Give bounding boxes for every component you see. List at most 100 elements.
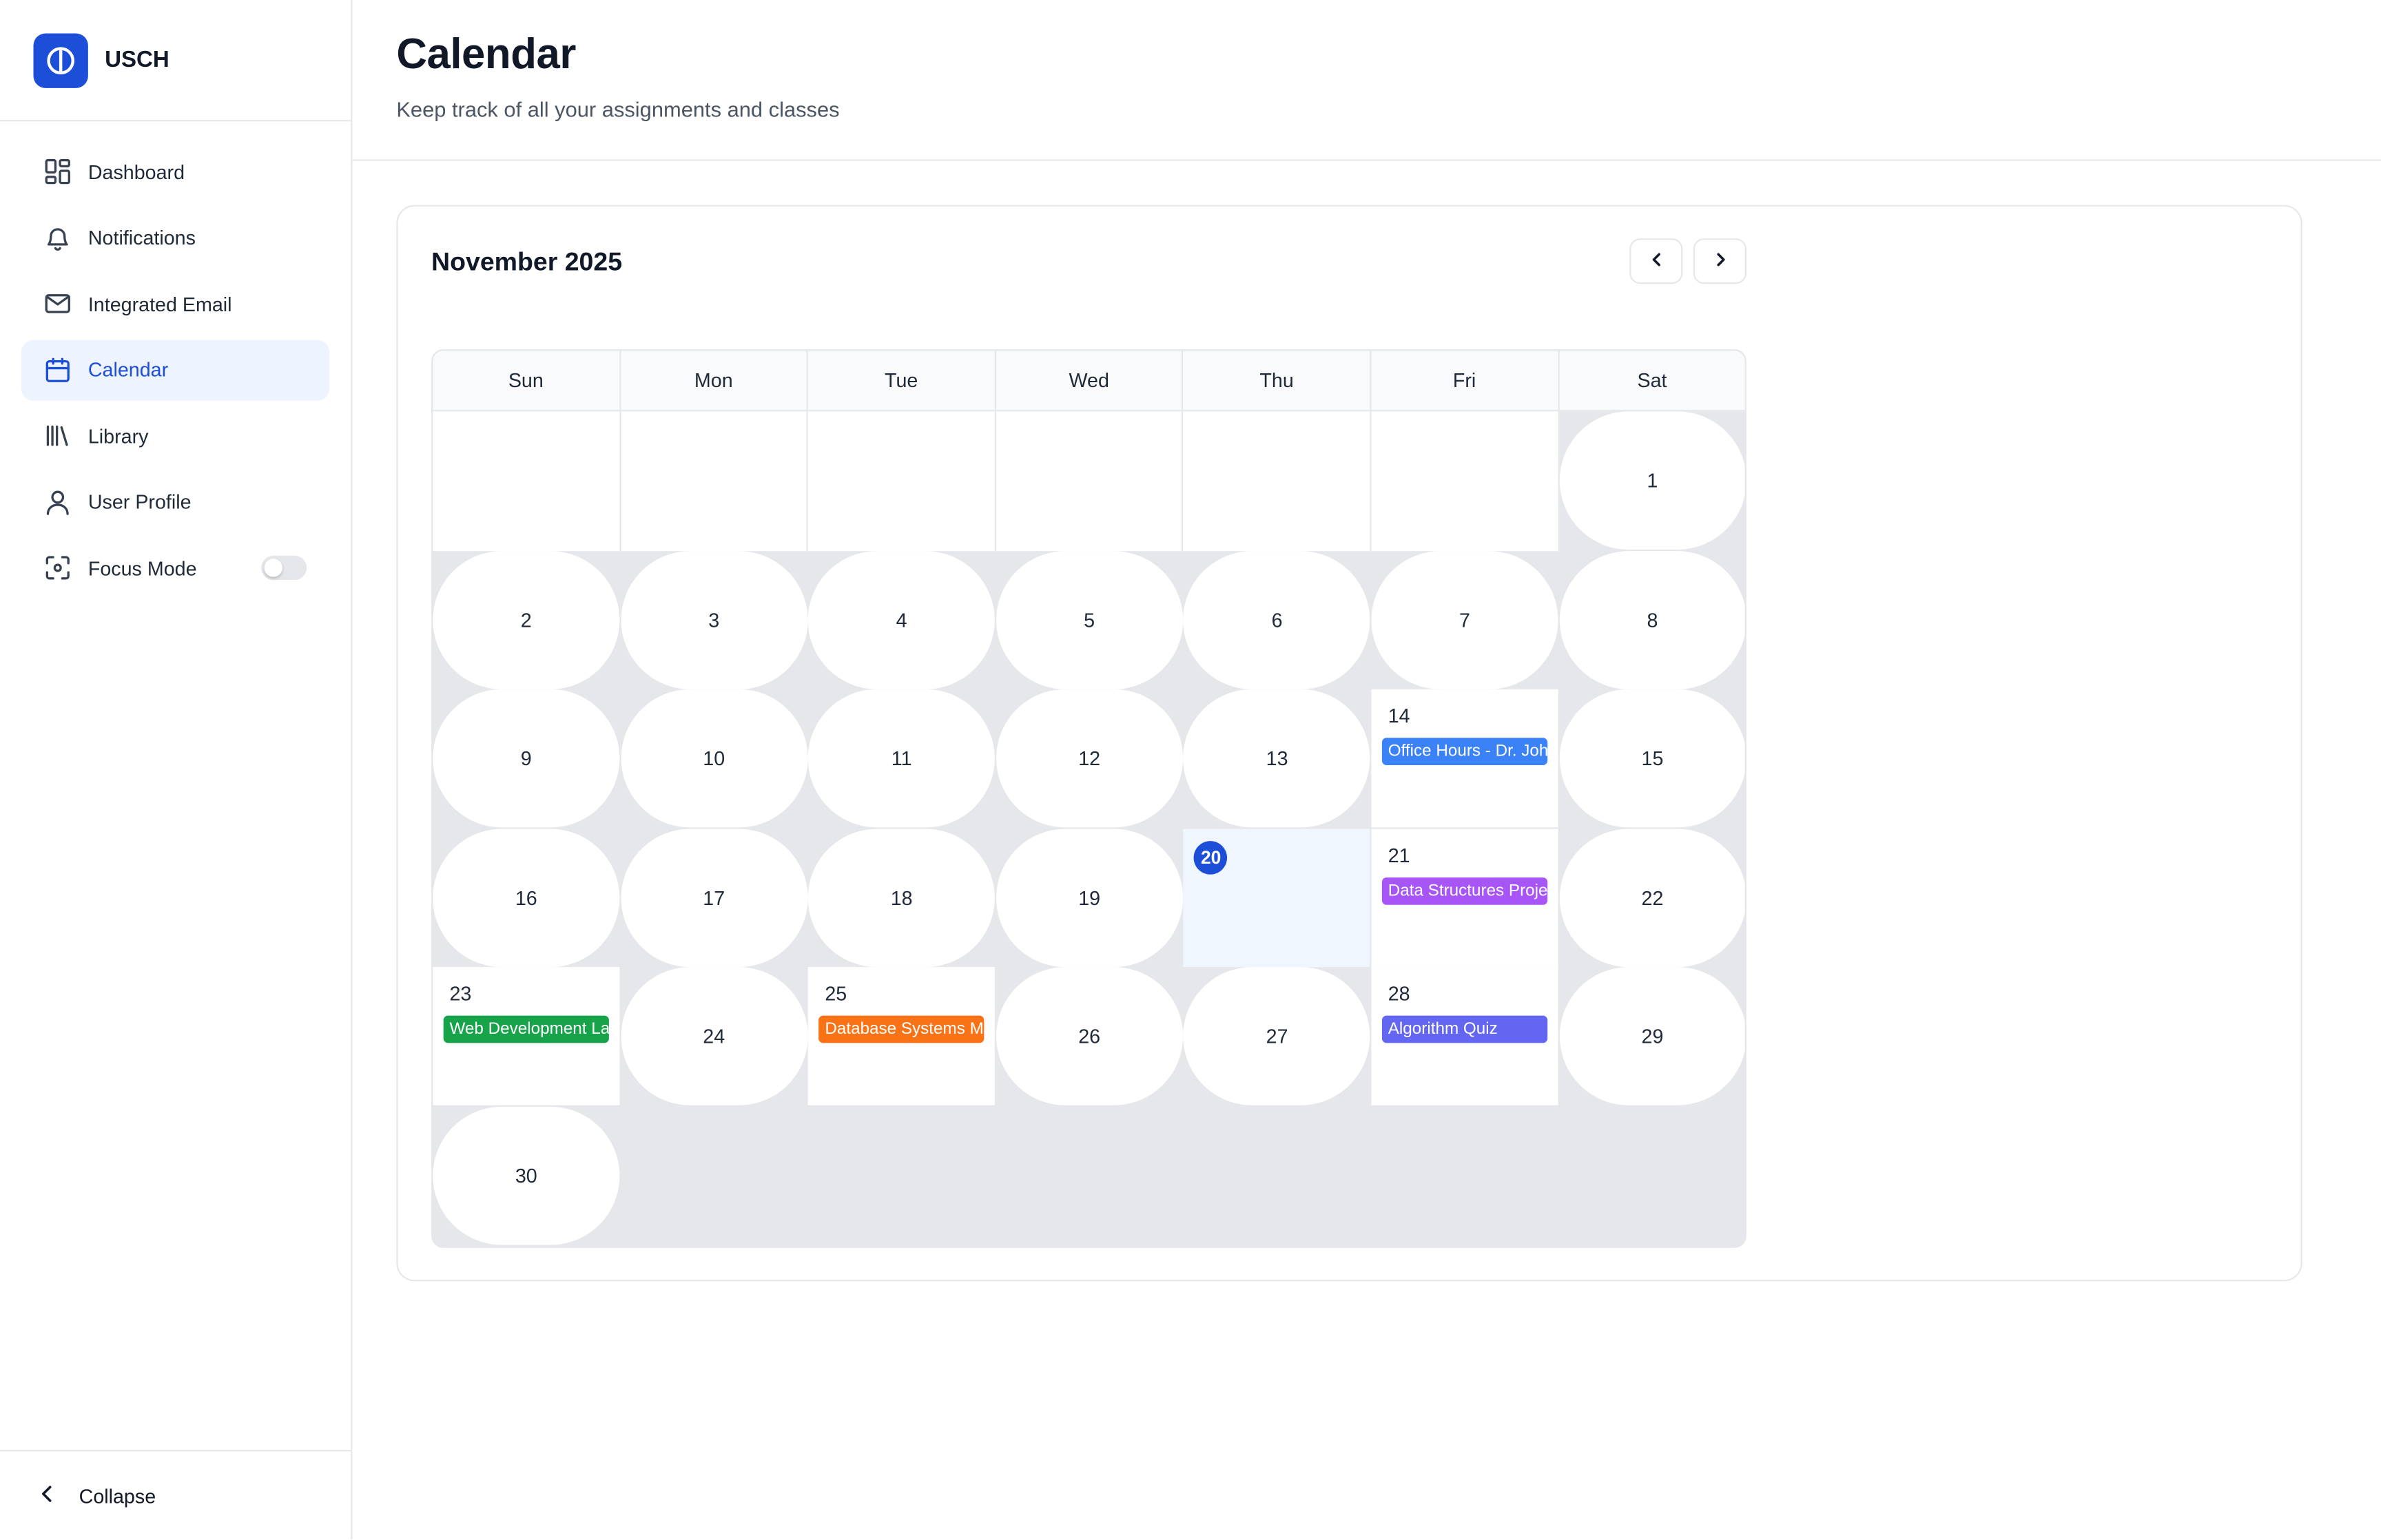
prev-month-button[interactable] xyxy=(1629,238,1683,284)
calendar-day[interactable]: 15 xyxy=(1558,689,1745,828)
calendar-day[interactable]: 28 Algorithm Quiz xyxy=(1371,968,1558,1106)
calendar-empty-cell xyxy=(433,411,621,551)
calendar-day[interactable]: 25 Database Systems Midterm xyxy=(808,968,996,1106)
calendar-day[interactable]: 8 xyxy=(1558,550,1745,689)
day-number: 11 xyxy=(891,747,912,770)
calendar-day[interactable]: 5 xyxy=(996,550,1183,689)
day-number: 12 xyxy=(1078,747,1101,770)
calendar-day[interactable]: 9 xyxy=(433,689,620,828)
calendar-day[interactable]: 22 xyxy=(1558,829,1745,967)
calendar-day[interactable]: 2 xyxy=(433,550,620,689)
sidebar-item-notifications[interactable]: Notifications xyxy=(21,207,329,268)
calendar-day[interactable]: 17 xyxy=(620,829,807,967)
day-number: 23 xyxy=(449,983,472,1006)
sidebar-item-label: Notifications xyxy=(87,226,196,249)
calendar-day[interactable]: 21 Data Structures Project xyxy=(1371,829,1558,967)
sidebar-item-email[interactable]: Integrated Email xyxy=(21,273,329,334)
day-number: 29 xyxy=(1641,1025,1664,1048)
calendar-day[interactable]: 7 xyxy=(1371,550,1558,689)
sidebar-item-calendar[interactable]: Calendar xyxy=(21,339,330,400)
calendar-day[interactable]: 23 Web Development Lab xyxy=(433,968,620,1106)
bell-icon xyxy=(43,222,73,253)
page-header: Calendar Keep track of all your assignme… xyxy=(352,0,2381,161)
calendar-day[interactable]: 12 xyxy=(996,689,1183,828)
today-badge: 20 xyxy=(1194,840,1228,875)
brand-name: USCH xyxy=(105,47,169,73)
sidebar-item-label: Focus Mode xyxy=(87,556,197,579)
day-number: 18 xyxy=(890,886,913,909)
day-number: 6 xyxy=(1271,608,1283,632)
calendar-day[interactable]: 16 xyxy=(433,829,620,967)
sidebar-item-label: User Profile xyxy=(87,490,192,514)
calendar-card: November 2025 Sun Mon Tue Wed Thu Fri Sat 1 2 3 4 5… xyxy=(396,205,2302,1282)
event-chip[interactable]: Algorithm Quiz xyxy=(1381,1016,1548,1044)
calendar-day[interactable]: 4 xyxy=(808,550,996,689)
weekday-header-fri: Fri xyxy=(1371,351,1559,412)
calendar-day[interactable]: 18 xyxy=(808,829,996,967)
brand[interactable]: USCH xyxy=(0,0,351,122)
calendar-day[interactable]: 14 Office Hours - Dr. Johnson xyxy=(1371,689,1558,828)
library-icon xyxy=(43,421,73,451)
event-chip[interactable]: Database Systems Midterm xyxy=(818,1016,985,1044)
day-number: 25 xyxy=(825,983,847,1006)
sidebar-nav: Dashboard Notifications Integrated Email… xyxy=(0,121,351,598)
page-title: Calendar xyxy=(396,30,576,78)
calendar-day[interactable]: 19 xyxy=(996,829,1183,967)
day-number: 17 xyxy=(703,886,725,909)
collapse-button[interactable]: Collapse xyxy=(0,1450,351,1539)
calendar-day[interactable]: 10 xyxy=(620,689,807,828)
weekday-header-thu: Thu xyxy=(1184,351,1372,412)
calendar-day[interactable]: 6 xyxy=(1184,550,1371,689)
focus-icon xyxy=(43,552,73,583)
toggle-knob xyxy=(264,559,282,577)
calendar-empty-cell xyxy=(996,411,1184,551)
chevron-left-icon xyxy=(37,1482,58,1508)
sidebar-item-library[interactable]: Library xyxy=(21,406,329,466)
calendar-empty-cell xyxy=(808,411,996,551)
calendar-day[interactable]: 27 xyxy=(1184,968,1371,1106)
sidebar-item-dashboard[interactable]: Dashboard xyxy=(21,141,329,202)
day-number: 1 xyxy=(1647,469,1658,492)
day-number: 8 xyxy=(1647,608,1658,632)
calendar-grid: Sun Mon Tue Wed Thu Fri Sat 1 2 3 4 5 6 7 8 9 10 11 12 13 14… xyxy=(431,348,1746,1248)
weekday-header-sat: Sat xyxy=(1558,351,1745,412)
sidebar-item-profile[interactable]: User Profile xyxy=(21,471,329,532)
user-icon xyxy=(43,486,73,517)
day-number: 27 xyxy=(1266,1025,1288,1048)
calendar-day[interactable]: 24 xyxy=(620,968,807,1106)
event-chip[interactable]: Web Development Lab xyxy=(443,1016,609,1044)
day-number: 28 xyxy=(1388,983,1410,1006)
event-chip[interactable]: Data Structures Project xyxy=(1381,877,1548,905)
day-number: 7 xyxy=(1459,608,1471,632)
calendar-day[interactable]: 11 xyxy=(808,689,996,828)
calendar-day[interactable]: 1 xyxy=(1558,411,1745,550)
day-number: 9 xyxy=(520,747,532,770)
day-number: 15 xyxy=(1641,747,1664,770)
sidebar: USCH Dashboard Notifications Integrated … xyxy=(0,0,353,1540)
app-root: USCH Dashboard Notifications Integrated … xyxy=(0,0,2381,1540)
calendar-day[interactable]: 29 xyxy=(1558,968,1745,1106)
day-number: 14 xyxy=(1388,705,1410,728)
calendar-day[interactable]: 26 xyxy=(996,968,1183,1106)
weekday-header-wed: Wed xyxy=(996,351,1184,412)
focus-mode-toggle[interactable] xyxy=(261,555,307,581)
day-number: 5 xyxy=(1084,608,1095,632)
calendar-day[interactable]: 13 xyxy=(1184,689,1371,828)
calendar-empty-cell xyxy=(620,411,809,551)
weekday-header-tue: Tue xyxy=(808,351,996,412)
event-chip[interactable]: Office Hours - Dr. Johnson xyxy=(1381,738,1548,766)
day-number: 24 xyxy=(703,1025,725,1048)
next-month-button[interactable] xyxy=(1693,238,1746,284)
calendar-day-today[interactable]: 20 xyxy=(1184,829,1371,967)
page-subtitle: Keep track of all your assignments and c… xyxy=(396,97,840,122)
sidebar-item-focus-mode: Focus Mode xyxy=(21,537,329,598)
day-number: 13 xyxy=(1266,747,1288,770)
dashboard-icon xyxy=(43,156,73,187)
weekday-header-mon: Mon xyxy=(620,351,809,412)
day-number: 19 xyxy=(1078,886,1101,909)
day-number: 22 xyxy=(1641,886,1664,909)
month-title: November 2025 xyxy=(431,247,623,277)
calendar-day[interactable]: 30 xyxy=(433,1106,620,1245)
calendar-day[interactable]: 3 xyxy=(620,550,807,689)
day-number: 16 xyxy=(515,886,537,909)
